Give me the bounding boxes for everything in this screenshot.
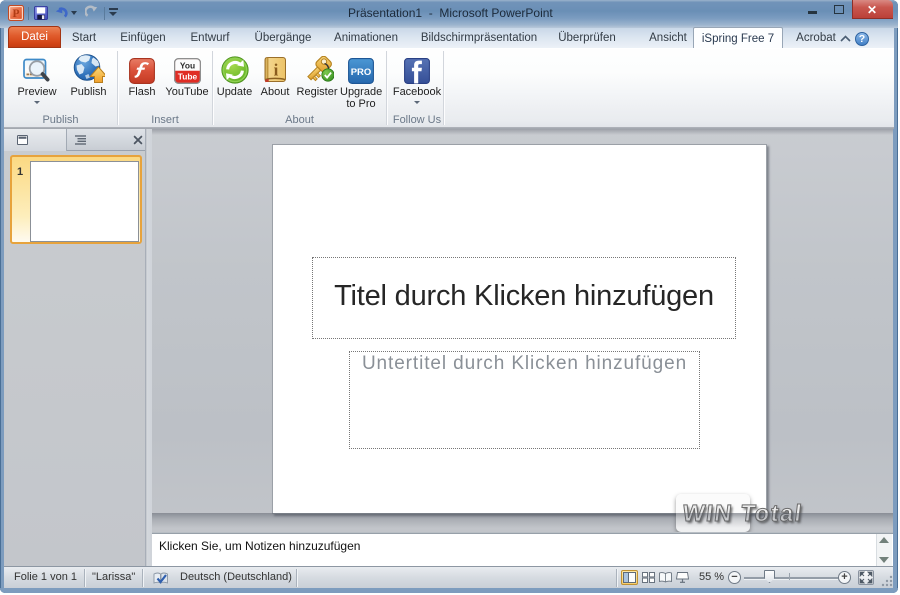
svg-text:Tube: Tube: [177, 71, 197, 81]
svg-text:P: P: [12, 8, 19, 20]
svg-text:PRO: PRO: [351, 67, 372, 78]
svg-text:i: i: [274, 61, 279, 80]
svg-text:You: You: [179, 60, 194, 70]
